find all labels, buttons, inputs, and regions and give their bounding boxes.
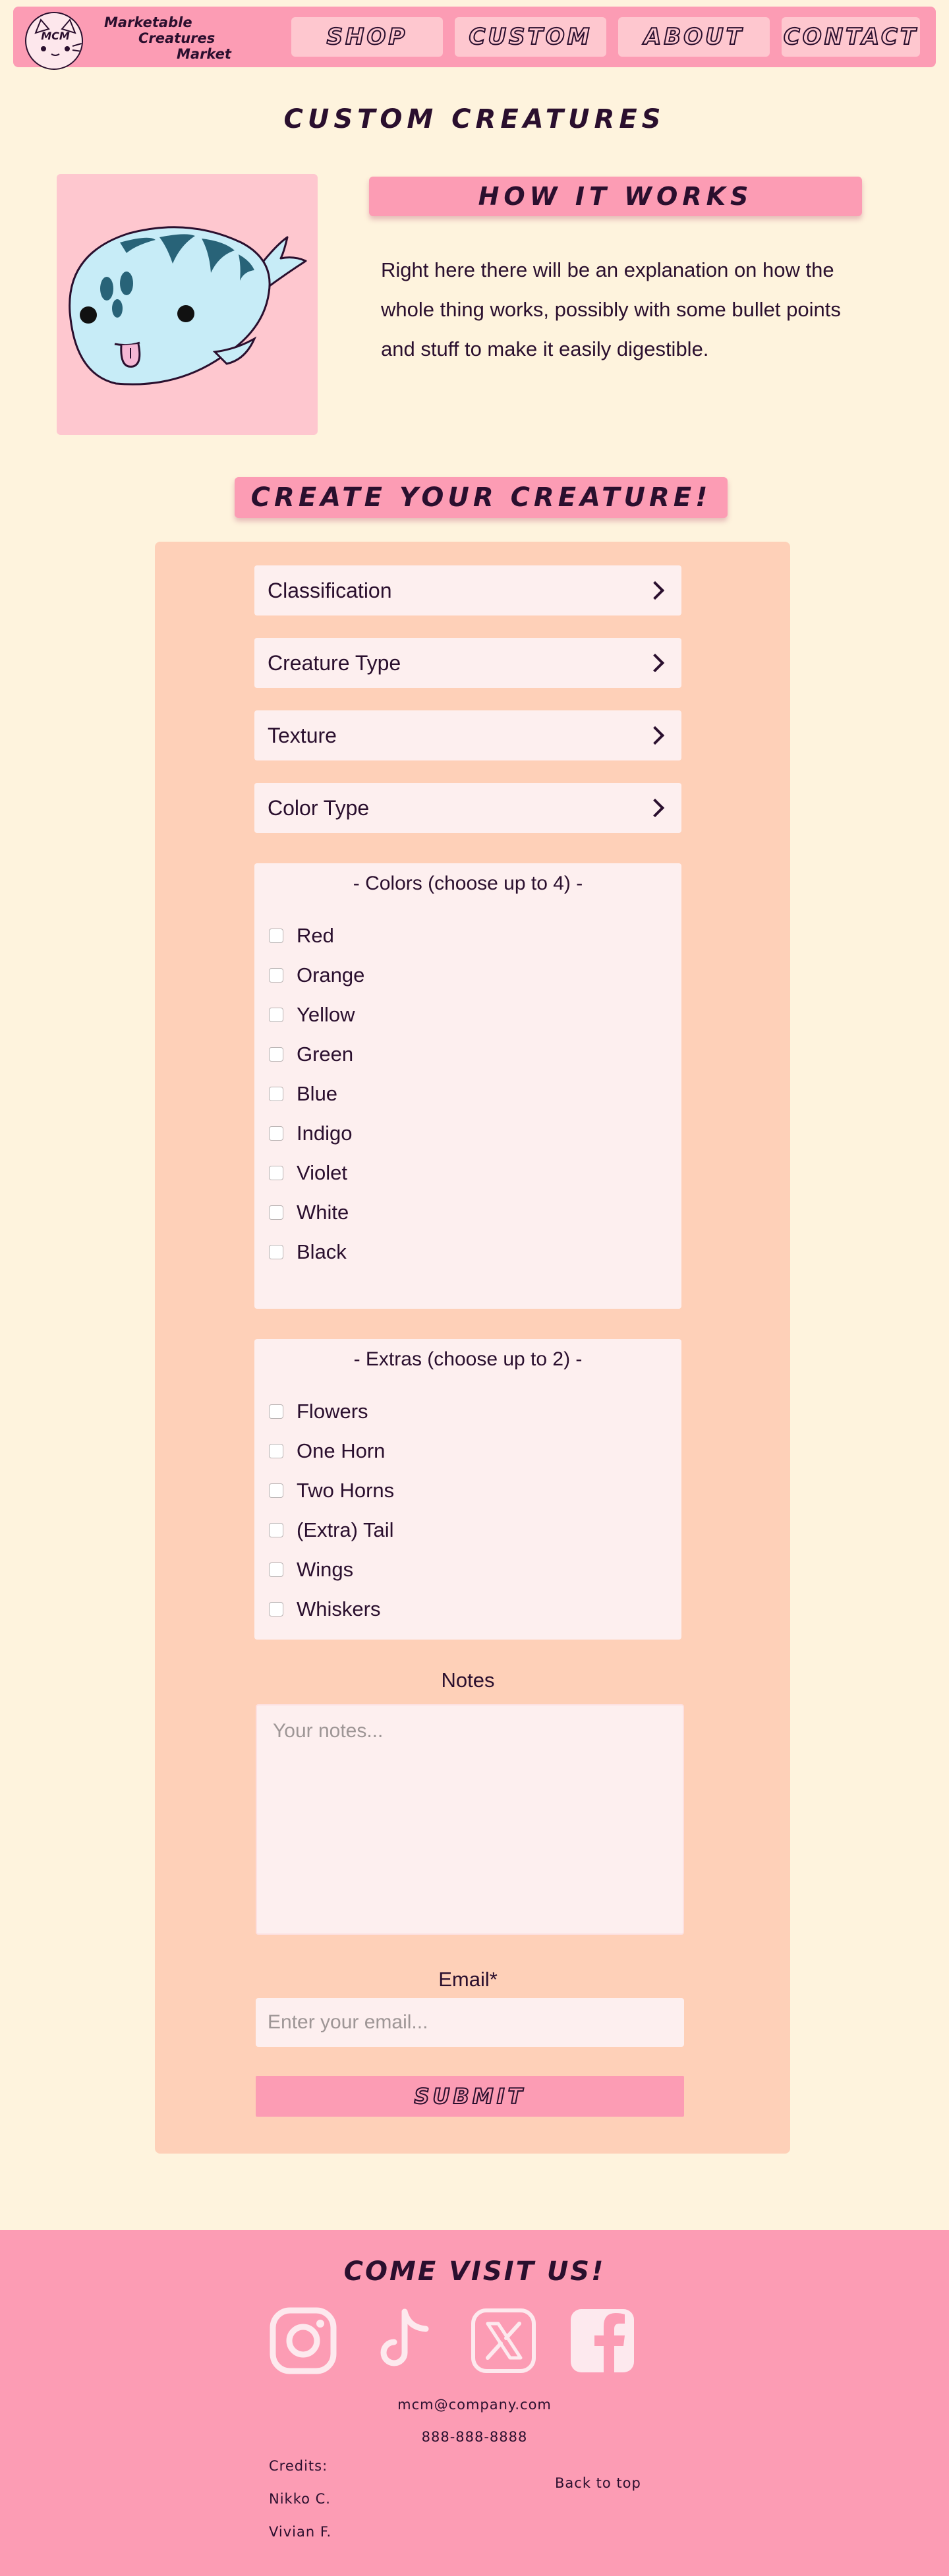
x-icon[interactable] (469, 2306, 538, 2375)
color-option-white[interactable]: White (269, 1199, 349, 1226)
extra-option-label: Whiskers (297, 1597, 381, 1620)
colors-checklist: - Colors (choose up to 4) - Red Orange Y… (254, 863, 681, 1309)
color-type-select[interactable]: Color Type (254, 783, 681, 833)
color-type-label: Color Type (268, 795, 370, 820)
extra-option-extra-tail[interactable]: (Extra) Tail (269, 1517, 394, 1543)
credits-label: Credits: (269, 2458, 328, 2474)
nav-contact-button[interactable]: CONTACT (782, 17, 920, 57)
checkbox[interactable] (269, 1562, 283, 1577)
footer-title: COME VISIT US! (343, 2256, 606, 2287)
creature-type-select[interactable]: Creature Type (254, 638, 681, 688)
nav-custom-button[interactable]: CUSTOM (455, 17, 606, 57)
submit-button[interactable]: SUBMIT (256, 2076, 684, 2117)
facebook-icon[interactable] (568, 2306, 637, 2375)
color-option-label: Orange (297, 963, 365, 987)
email-label: Email* (438, 1968, 498, 1991)
extras-checklist: - Extras (choose up to 2) - Flowers One … (254, 1339, 681, 1640)
tiktok-icon[interactable] (369, 2306, 438, 2375)
classification-label: Classification (268, 578, 392, 602)
page-title: CUSTOM CREATURES (283, 104, 666, 134)
extra-option-one-horn[interactable]: One Horn (269, 1438, 385, 1464)
brand-name-line-1: Marketable (104, 14, 192, 30)
colors-title: - Colors (choose up to 4) - (353, 873, 583, 894)
how-it-works-heading: HOW IT WORKS (369, 177, 862, 216)
color-option-label: Red (297, 924, 334, 947)
checkbox[interactable] (269, 1126, 283, 1141)
chevron-right-icon (645, 798, 665, 818)
extra-option-wings[interactable]: Wings (269, 1557, 353, 1583)
checkbox[interactable] (269, 1047, 283, 1062)
extra-option-two-horns[interactable]: Two Horns (269, 1477, 394, 1504)
credit-name: Vivian F. (269, 2524, 332, 2540)
color-option-orange[interactable]: Orange (269, 962, 364, 988)
extra-option-label: One Horn (297, 1439, 386, 1462)
checkbox[interactable] (269, 1205, 283, 1220)
color-option-violet[interactable]: Violet (269, 1160, 347, 1186)
chevron-right-icon (645, 653, 665, 673)
checkbox[interactable] (269, 1483, 283, 1498)
checkbox[interactable] (269, 968, 283, 983)
creature-image (57, 174, 318, 435)
credit-name: Nikko C. (269, 2491, 331, 2507)
texture-select[interactable]: Texture (254, 710, 681, 760)
brand-name-line-3: Market (177, 46, 231, 62)
color-option-blue[interactable]: Blue (269, 1081, 337, 1107)
extra-option-label: Flowers (297, 1400, 368, 1423)
instagram-icon[interactable] (269, 2306, 337, 2375)
color-option-label: White (297, 1201, 349, 1224)
logo-badge-text: MCM (41, 30, 70, 42)
color-option-yellow[interactable]: Yellow (269, 1002, 355, 1028)
brand-name-line-2: Creatures (138, 30, 216, 46)
checkbox[interactable] (269, 929, 283, 943)
chevron-right-icon (645, 726, 665, 745)
chevron-right-icon (645, 581, 665, 600)
checkbox[interactable] (269, 1444, 283, 1458)
checkbox[interactable] (269, 1245, 283, 1259)
color-option-label: Black (297, 1240, 347, 1263)
footer: COME VISIT US! mcm@company.com 888-888-8… (0, 2230, 949, 2576)
creature-type-label: Creature Type (268, 650, 401, 675)
notes-label: Notes (441, 1669, 495, 1692)
checkbox[interactable] (269, 1404, 283, 1419)
notes-textarea[interactable] (256, 1704, 684, 1935)
color-option-label: Indigo (297, 1122, 353, 1145)
checkbox[interactable] (269, 1166, 283, 1180)
nav-shop-button[interactable]: SHOP (291, 17, 443, 57)
extra-option-whiskers[interactable]: Whiskers (269, 1596, 380, 1622)
extra-option-flowers[interactable]: Flowers (269, 1398, 368, 1425)
checkbox[interactable] (269, 1602, 283, 1617)
nav-about-button[interactable]: ABOUT (618, 17, 770, 57)
color-option-label: Violet (297, 1161, 347, 1184)
create-creature-heading: CREATE YOUR CREATURE! (235, 477, 728, 518)
texture-label: Texture (268, 723, 337, 747)
checkbox[interactable] (269, 1523, 283, 1537)
color-option-red[interactable]: Red (269, 923, 334, 949)
top-nav: MCM Marketable Creatures Market SHOP CUS… (13, 7, 936, 70)
email-field[interactable] (256, 1998, 684, 2047)
extra-option-label: (Extra) Tail (297, 1518, 394, 1541)
color-option-black[interactable]: Black (269, 1239, 347, 1265)
color-option-indigo[interactable]: Indigo (269, 1120, 352, 1147)
logo-icon[interactable]: MCM (25, 12, 83, 70)
how-it-works-text: Right here there will be an explanation … (381, 258, 841, 360)
back-to-top-link[interactable]: Back to top (555, 2475, 641, 2491)
contact-phone[interactable]: 888-888-8888 (0, 2429, 949, 2445)
extras-title: - Extras (choose up to 2) - (353, 1348, 583, 1370)
color-option-label: Green (297, 1043, 354, 1066)
classification-select[interactable]: Classification (254, 565, 681, 615)
color-option-label: Blue (297, 1082, 338, 1105)
brand-name[interactable]: Marketable Creatures Market (91, 14, 256, 66)
checkbox[interactable] (269, 1008, 283, 1022)
color-option-label: Yellow (297, 1003, 355, 1026)
extra-option-label: Two Horns (297, 1479, 395, 1502)
checkbox[interactable] (269, 1087, 283, 1101)
color-option-green[interactable]: Green (269, 1041, 353, 1068)
extra-option-label: Wings (297, 1558, 354, 1581)
contact-email[interactable]: mcm@company.com (0, 2397, 949, 2413)
